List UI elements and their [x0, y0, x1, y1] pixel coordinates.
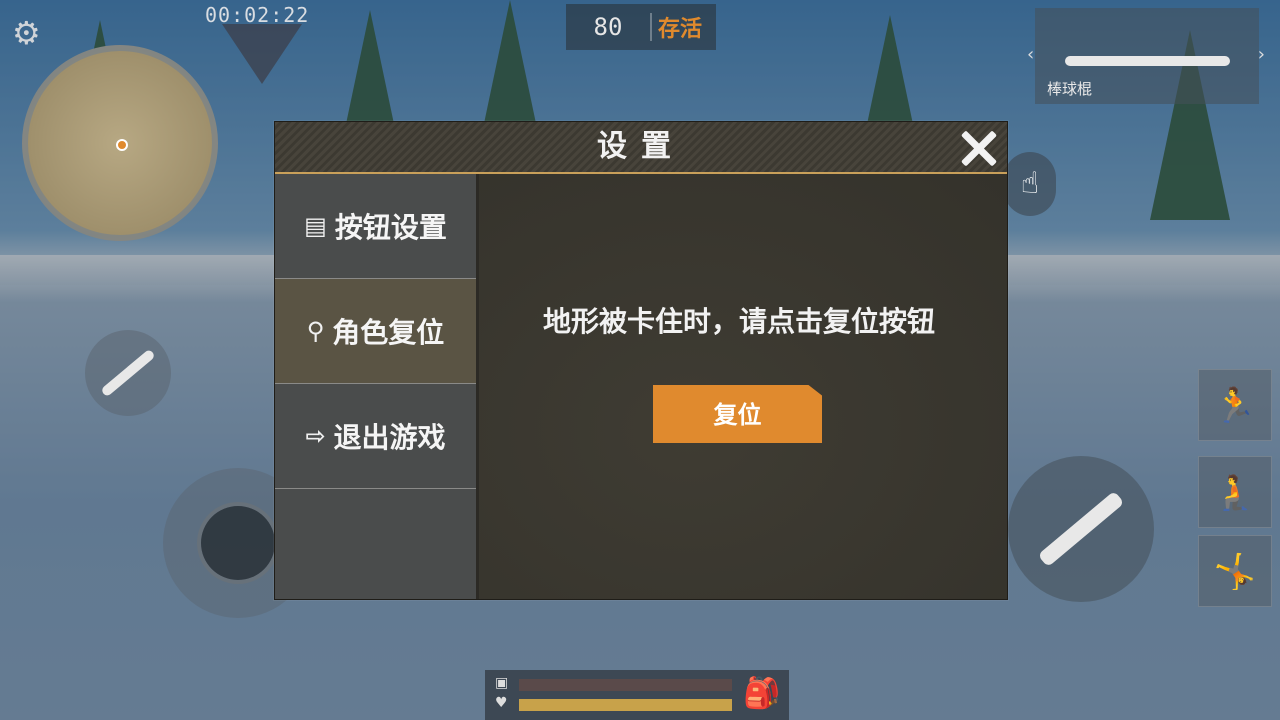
settings-menu: ▤ 按钮设置 ⚲ 角色复位 ⇨ 退出游戏: [275, 174, 479, 599]
menu-item-exit-game[interactable]: ⇨ 退出游戏: [275, 384, 476, 489]
backpack-icon[interactable]: 🎒: [743, 676, 780, 711]
menu-item-button-settings[interactable]: ▤ 按钮设置: [275, 174, 476, 279]
rank-badge-icon: [222, 24, 302, 84]
heart-icon: ♥: [495, 695, 508, 711]
chevron-right-icon[interactable]: ›: [1258, 44, 1265, 65]
survivors-count: 80: [566, 13, 652, 41]
button-settings-icon: ▤: [304, 212, 327, 240]
crouch-icon[interactable]: 🧎: [1198, 456, 1272, 528]
dialog-title: 设置: [597, 129, 685, 164]
menu-item-label: 退出游戏: [333, 421, 446, 454]
menu-item-character-reset[interactable]: ⚲ 角色复位: [275, 279, 476, 384]
reset-button[interactable]: 复位: [653, 385, 822, 443]
prone-icon[interactable]: 🤸: [1198, 535, 1272, 607]
exit-icon: ⇨: [305, 422, 326, 450]
weapon-panel[interactable]: ‹ › 棒球棍: [1027, 8, 1265, 104]
attack-button[interactable]: [1008, 456, 1154, 602]
weapon-name: 棒球棍: [1047, 80, 1093, 98]
baseball-bat-icon: [1037, 490, 1125, 568]
character-reset-icon: ⚲: [306, 317, 325, 345]
baseball-bat-icon: [100, 348, 156, 398]
gear-icon[interactable]: ⚙: [12, 14, 41, 52]
settings-dialog: 设置 ▤ 按钮设置 ⚲ 角色复位 ⇨ 退出游戏 地形被卡住时，请点击复位按钮 复…: [274, 121, 1008, 600]
settings-content: 地形被卡住时，请点击复位按钮 复位: [479, 174, 1007, 599]
health-bar: [519, 699, 732, 711]
melee-weapon-button[interactable]: [85, 330, 171, 416]
armor-bar: [519, 679, 732, 691]
minimap[interactable]: [22, 45, 218, 241]
close-icon[interactable]: [959, 128, 999, 168]
armor-icon: ▣: [495, 675, 509, 691]
menu-item-label: 按钮设置: [334, 211, 447, 244]
chevron-left-icon[interactable]: ‹: [1027, 44, 1034, 65]
player-marker-icon: [116, 139, 128, 151]
joystick-knob[interactable]: [197, 502, 279, 584]
survivors-counter: 80 存活: [566, 4, 716, 50]
hand-interact-icon[interactable]: ☝: [1004, 152, 1056, 216]
survivors-label: 存活: [658, 17, 703, 42]
status-bars: ▣ ♥ 🎒: [485, 670, 789, 720]
baseball-bat-icon: [1065, 56, 1230, 66]
menu-item-label: 角色复位: [332, 316, 445, 349]
jump-icon[interactable]: 🏃: [1198, 369, 1272, 441]
reset-hint: 地形被卡住时，请点击复位按钮: [542, 305, 935, 338]
